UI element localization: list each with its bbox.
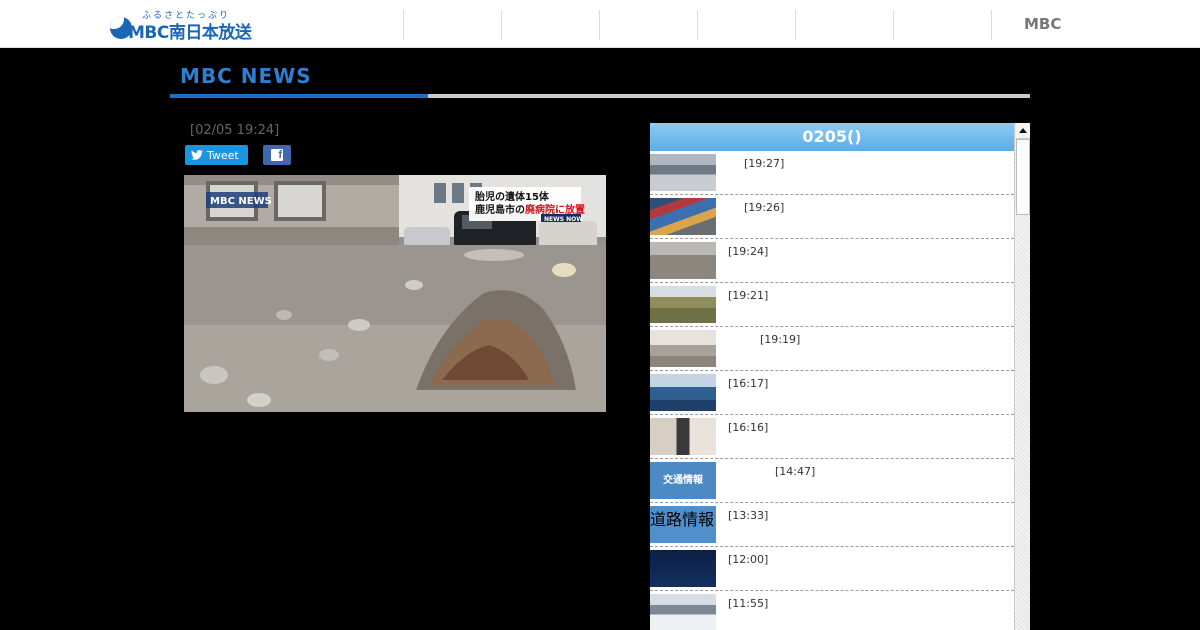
scroll-thumb[interactable] <box>1016 139 1030 215</box>
news-time: [19:26] <box>744 201 785 214</box>
news-list-item[interactable]: [19:26] <box>650 195 1014 239</box>
news-thumbnail <box>650 198 716 235</box>
site-header: ふるさとたっぷり MBC南日本放送 MBC <box>0 0 1200 48</box>
mbc-logo[interactable]: ふるさとたっぷり MBC南日本放送 <box>108 8 260 43</box>
news-time: [11:55] <box>728 597 769 610</box>
news-list-item[interactable]: [19:21] <box>650 283 1014 327</box>
news-thumbnail <box>650 550 716 587</box>
news-list-item[interactable]: 交通情報 [14:47] <box>650 459 1014 503</box>
news-thumbnail <box>650 418 716 455</box>
nav-item-3[interactable] <box>599 10 600 40</box>
logo-text: MBC南日本放送 <box>128 23 252 43</box>
photo-caption-line1: 胎児の遺体15体 <box>474 190 550 203</box>
news-time: [13:33] <box>728 509 769 522</box>
news-time: [19:27] <box>744 157 785 170</box>
news-list-item[interactable]: [16:16] <box>650 415 1014 459</box>
twitter-bird-icon <box>191 150 203 160</box>
title-underline <box>170 94 1030 98</box>
scroll-up-arrow-icon[interactable] <box>1016 123 1030 139</box>
nav-item-1[interactable] <box>403 10 404 40</box>
article-photo-scene: MBC NEWS 胎児の遺体15体 鹿児島市の廃病院に放置 NEWS NOW <box>184 175 606 412</box>
news-list: [19:27] [19:26] [19:24] [19:21] [19:19] [16:1… <box>650 151 1014 630</box>
photo-caption-prefix: 鹿児島市の <box>475 203 525 216</box>
news-side-panel: 0205() [19:27] [19:26] [19:24] [19:21] [19:1… <box>650 123 1030 630</box>
tweet-label: Tweet <box>207 148 239 162</box>
news-time: [19:21] <box>728 289 769 302</box>
section-title: MBC NEWS <box>180 64 312 88</box>
news-thumbnail <box>650 330 716 367</box>
news-list-item[interactable]: [12:00] <box>650 547 1014 591</box>
news-time: [19:24] <box>728 245 769 258</box>
news-time: [19:19] <box>760 333 801 346</box>
facebook-icon: f <box>271 149 283 161</box>
nav-item-5[interactable] <box>795 10 796 40</box>
side-panel-date-header: 0205() <box>650 123 1014 151</box>
nav-item-7[interactable] <box>991 10 992 40</box>
news-time: [14:47] <box>775 465 816 478</box>
news-list-item[interactable]: [11:55] <box>650 591 1014 630</box>
news-thumbnail <box>650 374 716 411</box>
news-thumbnail: 道路情報 <box>650 506 716 543</box>
news-list-item[interactable]: 道路情報 [13:33] <box>650 503 1014 547</box>
news-list-item[interactable]: [19:19] <box>650 327 1014 371</box>
news-time: [16:16] <box>728 421 769 434</box>
article-date: [02/05 19:24] <box>190 123 280 138</box>
news-list-item[interactable]: [19:27] <box>650 151 1014 195</box>
tweet-button[interactable]: Tweet <box>185 145 248 165</box>
news-list-item[interactable]: [19:24] <box>650 239 1014 283</box>
photo-caption-tag: NEWS NOW <box>544 216 583 223</box>
nav-item-2[interactable] <box>501 10 502 40</box>
news-thumbnail-label: 道路情報 <box>650 510 715 529</box>
photo-watermark: MBC NEWS <box>210 196 272 207</box>
news-thumbnail <box>650 594 716 630</box>
news-list-item[interactable]: [16:17] <box>650 371 1014 415</box>
news-thumbnail <box>650 242 716 279</box>
nav-item-6[interactable] <box>893 10 894 40</box>
nav-link-mbc[interactable]: MBC <box>1024 15 1061 33</box>
title-underline-accent <box>170 94 428 98</box>
news-thumbnail-label: 交通情報 <box>663 475 703 486</box>
scrollbar[interactable] <box>1014 123 1030 630</box>
news-thumbnail: 交通情報 <box>650 462 716 499</box>
news-time: [16:17] <box>728 377 769 390</box>
facebook-share-button[interactable]: f <box>263 145 291 165</box>
nav-item-4[interactable] <box>697 10 698 40</box>
news-thumbnail <box>650 286 716 323</box>
news-thumbnail <box>650 154 716 191</box>
article-photo: MBC NEWS 胎児の遺体15体 鹿児島市の廃病院に放置 NEWS NOW <box>184 175 606 412</box>
news-time: [12:00] <box>728 553 769 566</box>
